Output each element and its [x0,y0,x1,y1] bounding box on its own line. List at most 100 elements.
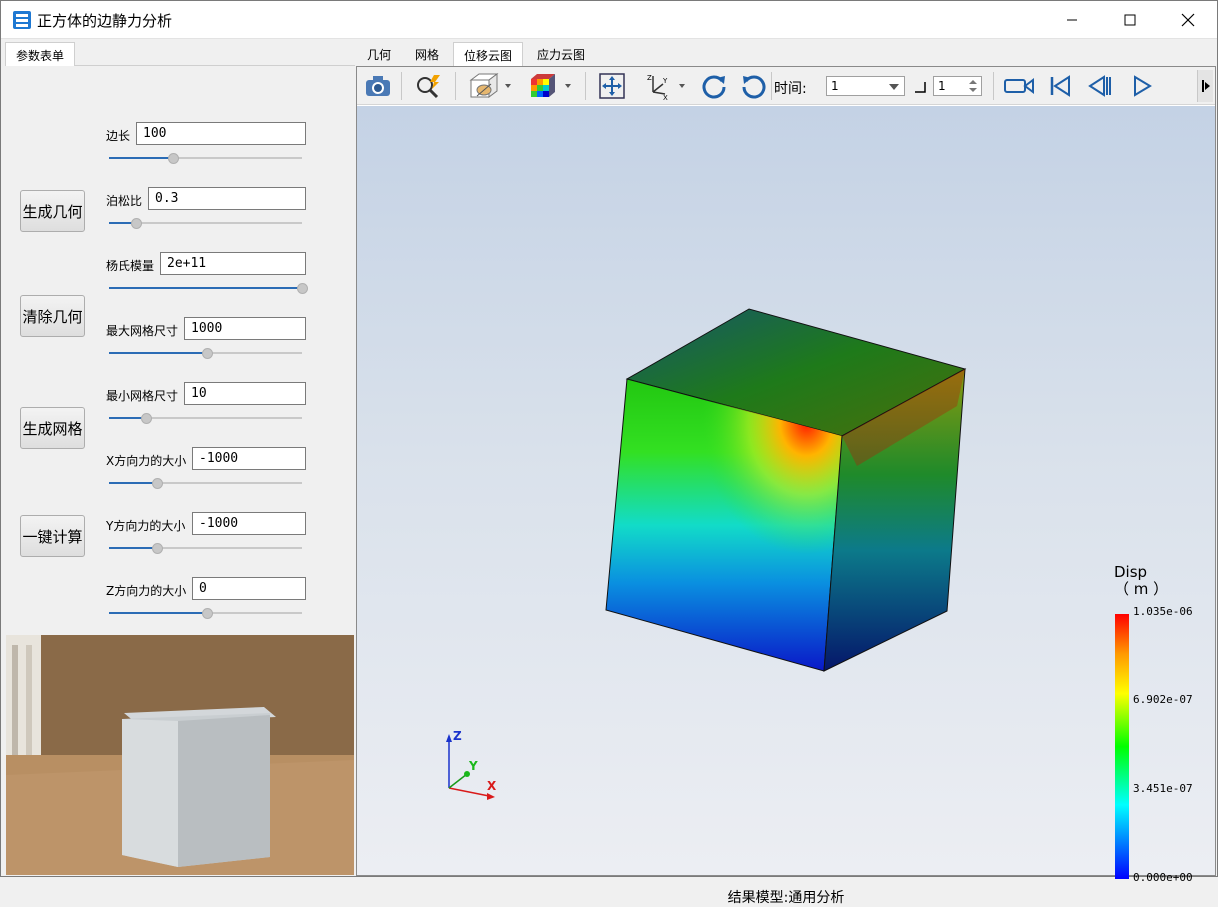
zoom-button[interactable] [411,70,445,102]
result-viewer: ZYX 时间: 1 1 Z Y X Disp （ m ） 1.035e-06 6… [356,66,1216,906]
maximize-button[interactable] [1101,1,1159,39]
time-select[interactable]: 1 [826,76,905,96]
svg-text:X: X [663,94,668,100]
legend-tick-low: 3.451e-07 [1133,782,1193,795]
fit-view-icon [599,73,625,99]
time-select-value: 1 [831,79,839,93]
poisson-ratio-slider[interactable] [109,217,302,229]
tab-geometry[interactable]: 几何 [357,44,401,66]
step-spinbox[interactable]: 1 [933,76,982,96]
force-y-input[interactable]: -1000 [192,512,306,535]
tab-displacement-contour[interactable]: 位移云图 [453,42,524,67]
legend-tick-min: 0.000e+00 [1133,871,1193,884]
close-icon [1181,13,1195,27]
chevron-down-icon [889,84,899,90]
tab-mesh[interactable]: 网格 [405,44,449,66]
colormap-icon [531,74,571,97]
step-spinbox-value: 1 [938,79,946,93]
param-label-force-x: X方向力的大小 [106,454,187,468]
force-z-input[interactable]: 0 [192,577,306,600]
youngs-modulus-input[interactable]: 2e+11 [160,252,306,275]
specimen-photo [6,635,354,875]
min-mesh-size-slider[interactable] [109,412,302,424]
edge-length-input[interactable]: 100 [136,122,306,145]
edge-length-slider[interactable] [109,152,302,164]
play-button[interactable] [1127,70,1157,102]
title-bar: 正方体的边静力分析 [1,1,1217,39]
display-mode-dropdown[interactable] [465,70,515,102]
max-mesh-size-slider[interactable] [109,347,302,359]
app-icon [13,11,31,29]
param-label-min-mesh-size: 最小网格尺寸 [106,389,179,403]
param-label-youngs-modulus: 杨氏模量 [106,259,155,273]
legend-title-quantity: Disp [1114,563,1148,581]
legend-tick-high: 6.902e-07 [1133,693,1193,706]
legend-title-unit: （ m ） [1114,580,1169,598]
first-frame-icon [1050,75,1070,97]
tab-stress-contour[interactable]: 应力云图 [527,44,595,66]
first-frame-button[interactable] [1045,70,1075,102]
left-tab-bar: 参数表单 [5,42,355,67]
view-tab-bar: 几何 网格 位移云图 应力云图 [357,42,1217,67]
axis-y-label: Y [468,759,478,773]
viewer-toolbar: Z Y X 时间: 1 1 [357,67,1215,105]
axis-z-label: Z [453,729,462,743]
rotate-ccw-button[interactable] [737,70,771,102]
param-label-poisson-ratio: 泊松比 [106,194,143,208]
param-label-force-z: Z方向力的大小 [106,584,187,598]
param-label-force-y: Y方向力的大小 [106,519,186,533]
generate-mesh-button[interactable]: 生成网格 [20,407,85,449]
rotate-cw-button[interactable] [697,70,731,102]
display-mode-icon [469,73,511,98]
compute-button[interactable]: 一键计算 [20,515,85,557]
zoom-icon [417,75,440,99]
legend-tick-max: 1.035e-06 [1133,605,1193,618]
window-title: 正方体的边静力分析 [37,12,173,30]
3d-scene[interactable]: Z Y X Disp （ m ） 1.035e-06 6.902e-07 3.4… [357,106,1215,906]
fit-view-button[interactable] [595,70,629,102]
minimize-button[interactable] [1043,1,1101,39]
force-x-input[interactable]: -1000 [192,447,306,470]
prev-frame-button[interactable] [1085,70,1115,102]
axes-view-icon: Z Y X [647,74,685,100]
time-label: 时间: [774,81,807,97]
more-icon [1201,80,1210,92]
param-label-edge-length: 边长 [106,129,131,143]
parameter-panel: 生成几何 清除几何 生成网格 一键计算 边长 100 泊松比 0.3 杨氏模量 … [5,66,355,634]
svg-text:Y: Y [662,77,668,85]
maximize-icon [1124,14,1136,26]
youngs-modulus-slider[interactable] [109,282,308,294]
generate-geometry-button[interactable]: 生成几何 [20,190,85,232]
max-mesh-size-input[interactable]: 1000 [184,317,306,340]
close-button[interactable] [1159,1,1217,39]
step-marker-icon [915,82,926,93]
param-label-max-mesh-size: 最大网格尺寸 [106,324,179,338]
spin-arrows-icon [969,80,977,92]
screenshot-button[interactable] [361,70,395,102]
record-button[interactable] [1001,70,1037,102]
svg-text:Z: Z [647,74,652,82]
tab-param-form[interactable]: 参数表单 [5,42,76,67]
record-icon [1004,78,1034,94]
force-z-slider[interactable] [109,607,302,619]
play-icon [1134,75,1152,97]
rotate-ccw-icon [742,75,766,99]
app-window: 正方体的边静力分析 参数表单 几何 网格 位移云图 应力云图 生成几何 清除几何… [0,0,1218,906]
force-x-slider[interactable] [109,477,302,489]
toolbar-overflow-button[interactable] [1197,70,1213,102]
result-model-label: 结果模型:通用分析 [727,890,845,906]
prev-frame-icon [1088,75,1111,97]
colormap-dropdown[interactable] [525,70,575,102]
axes-view-dropdown[interactable]: Z Y X [639,70,689,102]
rotate-cw-icon [702,75,726,99]
clear-geometry-button[interactable]: 清除几何 [20,295,85,337]
axis-x-label: X [487,779,497,793]
camera-icon [366,76,390,96]
color-legend-bar [1115,614,1129,879]
force-y-slider[interactable] [109,542,302,554]
minimize-icon [1067,19,1077,21]
axis-triad: Z Y X [446,729,497,800]
poisson-ratio-input[interactable]: 0.3 [148,187,306,210]
legend-title: Disp （ m ） [1114,564,1168,598]
min-mesh-size-input[interactable]: 10 [184,382,306,405]
